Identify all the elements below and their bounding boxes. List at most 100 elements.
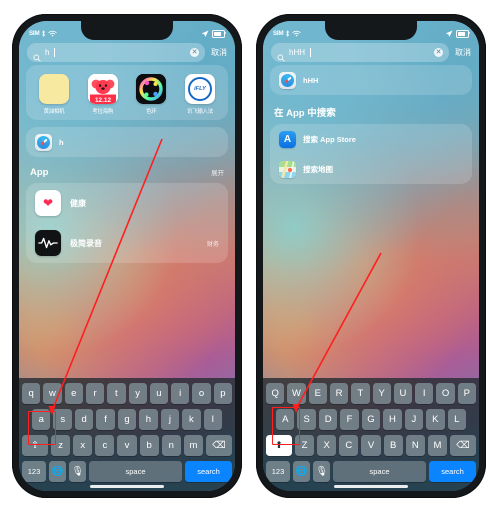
app-section-expand-link[interactable]: 展开 — [211, 168, 224, 177]
grid-item[interactable]: 色环 — [132, 74, 170, 115]
key-c[interactable]: c — [95, 435, 115, 456]
key-a[interactable]: a — [32, 409, 51, 430]
volume-up-button[interactable] — [12, 142, 13, 170]
key-g[interactable]: G — [361, 409, 381, 430]
key-f[interactable]: f — [96, 409, 115, 430]
key-i[interactable]: I — [415, 383, 434, 404]
keyboard-row-1: q w e r t y u i o p — [22, 383, 232, 404]
volume-down-button[interactable] — [12, 180, 13, 208]
globe-icon[interactable]: 🌐 — [49, 461, 66, 482]
numbers-key[interactable]: 123 — [266, 461, 290, 482]
microphone-icon[interactable]: 🎙 — [313, 461, 330, 482]
key-q[interactable]: q — [22, 383, 41, 404]
clear-search-button[interactable]: ✕ — [434, 48, 443, 57]
key-c[interactable]: C — [339, 435, 359, 456]
key-f[interactable]: F — [340, 409, 359, 430]
key-y[interactable]: y — [128, 383, 147, 404]
key-q[interactable]: Q — [266, 383, 285, 404]
key-b[interactable]: b — [139, 435, 159, 456]
key-d[interactable]: d — [74, 409, 94, 430]
key-j[interactable]: j — [160, 409, 180, 430]
key-k[interactable]: k — [182, 409, 201, 430]
numbers-key[interactable]: 123 — [22, 461, 46, 482]
svg-text:12.12: 12.12 — [95, 97, 111, 104]
key-u[interactable]: U — [393, 383, 413, 404]
location-arrow-icon — [201, 29, 209, 38]
microphone-icon[interactable]: 🎙 — [69, 461, 86, 482]
key-d[interactable]: D — [318, 409, 338, 430]
key-z[interactable]: z — [51, 435, 71, 456]
search-input[interactable]: hHH ✕ — [271, 43, 449, 62]
key-y[interactable]: Y — [372, 383, 391, 404]
cancel-button[interactable]: 取消 — [211, 47, 227, 58]
in-app-result-row[interactable]: A 搜索 App Store — [270, 124, 472, 154]
grid-item[interactable]: 黄油相机 — [35, 74, 73, 115]
search-input[interactable]: h ✕ — [27, 43, 205, 62]
grid-item[interactable]: iFLY 讯飞输入法 — [181, 74, 219, 115]
key-a[interactable]: A — [276, 409, 295, 430]
key-p[interactable]: p — [213, 383, 232, 404]
key-m[interactable]: m — [183, 435, 203, 456]
home-indicator[interactable] — [334, 485, 408, 488]
key-l[interactable]: L — [447, 409, 466, 430]
key-t[interactable]: t — [107, 383, 126, 404]
mute-switch[interactable] — [256, 110, 257, 126]
key-e[interactable]: e — [64, 383, 83, 404]
app-result-row[interactable]: 极简录音 财务 — [26, 223, 228, 263]
keyboard: q w e r t y u i o p a s d f g h j k l ⇧ … — [19, 378, 235, 491]
key-w[interactable]: w — [43, 383, 62, 404]
cancel-button[interactable]: 取消 — [455, 47, 471, 58]
key-h[interactable]: h — [139, 409, 158, 430]
key-s[interactable]: S — [297, 409, 316, 430]
clear-search-button[interactable]: ✕ — [190, 48, 199, 57]
grid-item[interactable]: 12.12 考拉海购 — [84, 74, 122, 115]
key-e[interactable]: E — [308, 383, 327, 404]
delete-key[interactable]: ⌫ — [449, 435, 476, 456]
key-x[interactable]: x — [73, 435, 93, 456]
key-v[interactable]: v — [117, 435, 137, 456]
key-o[interactable]: O — [436, 383, 455, 404]
key-g[interactable]: g — [117, 409, 137, 430]
shift-key[interactable]: ⇧ — [22, 435, 48, 456]
home-indicator[interactable] — [90, 485, 164, 488]
in-app-result-row[interactable]: 搜索地图 — [270, 154, 472, 184]
key-w[interactable]: W — [287, 383, 306, 404]
power-button[interactable] — [485, 154, 486, 194]
key-s[interactable]: s — [53, 409, 72, 430]
key-r[interactable]: R — [329, 383, 349, 404]
key-j[interactable]: J — [404, 409, 424, 430]
volume-up-button[interactable] — [256, 142, 257, 170]
search-key[interactable]: search — [185, 461, 232, 482]
key-k[interactable]: K — [426, 409, 445, 430]
key-n[interactable]: N — [405, 435, 425, 456]
key-r[interactable]: r — [85, 383, 105, 404]
mute-switch[interactable] — [12, 110, 13, 126]
shift-key[interactable]: ⬆ — [266, 435, 292, 456]
safari-suggestion-row[interactable]: hHH — [270, 65, 472, 95]
safari-suggestion-card[interactable]: hHH — [270, 65, 472, 95]
key-z[interactable]: Z — [295, 435, 315, 456]
key-i[interactable]: i — [171, 383, 190, 404]
key-m[interactable]: M — [427, 435, 447, 456]
key-l[interactable]: l — [203, 409, 222, 430]
key-o[interactable]: o — [192, 383, 211, 404]
app-result-row[interactable]: ❤ 健康 — [26, 183, 228, 223]
key-u[interactable]: u — [149, 383, 169, 404]
key-v[interactable]: V — [361, 435, 381, 456]
space-key[interactable]: space — [89, 461, 182, 482]
power-button[interactable] — [241, 154, 242, 194]
key-p[interactable]: P — [457, 383, 476, 404]
safari-suggestion-text: hHH — [303, 75, 319, 85]
volume-down-button[interactable] — [256, 180, 257, 208]
safari-suggestion-card[interactable]: h — [26, 127, 228, 157]
key-b[interactable]: B — [383, 435, 403, 456]
delete-key[interactable]: ⌫ — [205, 435, 232, 456]
key-x[interactable]: X — [317, 435, 337, 456]
globe-icon[interactable]: 🌐 — [293, 461, 310, 482]
safari-suggestion-row[interactable]: h — [26, 127, 228, 157]
space-key[interactable]: space — [333, 461, 426, 482]
key-h[interactable]: H — [383, 409, 402, 430]
search-key[interactable]: search — [429, 461, 476, 482]
key-n[interactable]: n — [161, 435, 181, 456]
key-t[interactable]: T — [351, 383, 370, 404]
